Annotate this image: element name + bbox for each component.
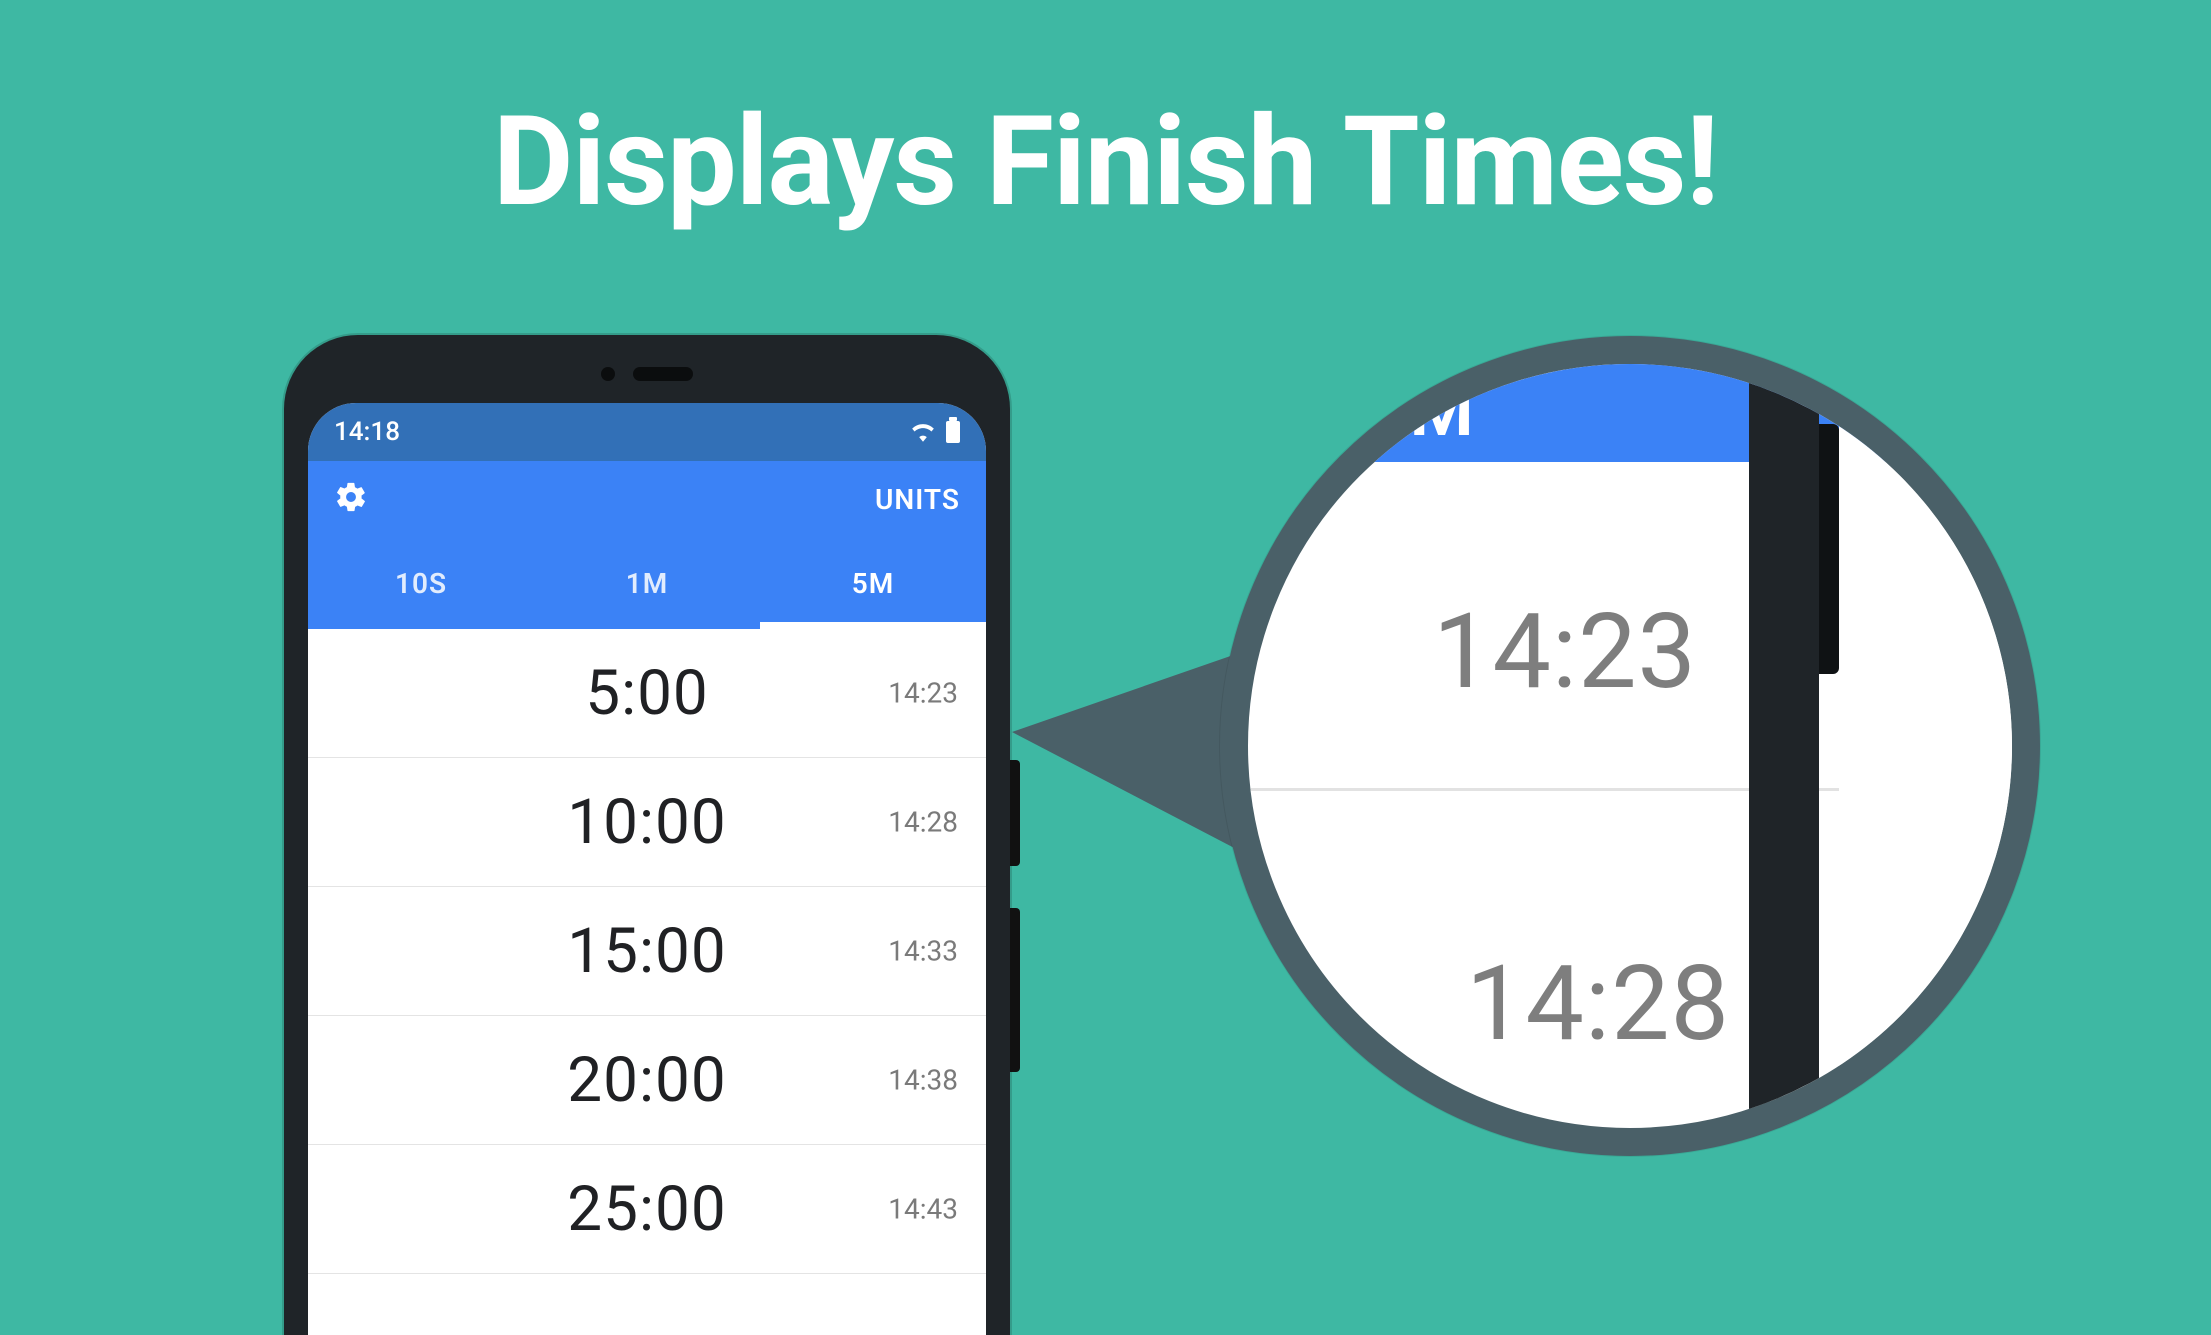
phone-screen: 14:18 UNITS 10S 1M 5M <box>308 403 986 1335</box>
duration-value: 25:00 <box>567 1173 726 1246</box>
tab-10s[interactable]: 10S <box>308 567 534 600</box>
front-camera-icon <box>601 367 615 381</box>
magnifier-callout: 5M 14:23 14:28 <box>1220 336 2040 1156</box>
app-bar: UNITS <box>308 461 986 537</box>
finish-time-value: 14:28 <box>888 806 958 839</box>
tab-1m[interactable]: 1M <box>534 567 760 600</box>
list-item[interactable]: 20:00 14:38 <box>308 1016 986 1145</box>
status-icons <box>910 421 960 443</box>
zoom-background-right <box>1839 336 2040 1156</box>
duration-list[interactable]: 5:00 14:23 10:00 14:28 15:00 14:33 20:00… <box>308 629 986 1274</box>
magnifier-content: 5M 14:23 14:28 <box>1220 336 2040 1156</box>
speaker-icon <box>633 367 693 381</box>
headline: Displays Finish Times! <box>0 90 2211 235</box>
list-item[interactable]: 15:00 14:33 <box>308 887 986 1016</box>
zoom-phone-bezel <box>1749 336 1819 1156</box>
duration-value: 20:00 <box>567 1044 726 1117</box>
phone-side-button <box>1010 908 1020 1072</box>
tab-indicator <box>760 622 986 629</box>
finish-time-value: 14:33 <box>888 935 958 968</box>
zoom-finish-time-2: 14:28 <box>1466 944 1730 1065</box>
tab-5m[interactable]: 5M <box>760 567 986 600</box>
units-button[interactable]: UNITS <box>875 483 960 516</box>
finish-time-value: 14:43 <box>888 1193 958 1226</box>
promo-stage: Displays Finish Times! 14:18 <box>0 0 2211 1242</box>
finish-time-value: 14:23 <box>888 677 958 710</box>
magnifier-lens: 5M 14:23 14:28 <box>1220 336 2040 1156</box>
duration-value: 15:00 <box>567 915 726 988</box>
wifi-icon <box>910 422 936 442</box>
phone-device-frame: 14:18 UNITS 10S 1M 5M <box>284 335 1010 1335</box>
zoom-phone-side-button <box>1819 424 1839 674</box>
finish-time-value: 14:38 <box>888 1064 958 1097</box>
zoom-tab-label: 5M <box>1366 367 1475 454</box>
duration-value: 5:00 <box>585 657 709 730</box>
zoom-finish-time-1: 14:23 <box>1433 592 1697 713</box>
list-item[interactable]: 5:00 14:23 <box>308 629 986 758</box>
list-item[interactable]: 10:00 14:28 <box>308 758 986 887</box>
tab-bar: 10S 1M 5M <box>308 537 986 629</box>
phone-notch <box>532 357 762 391</box>
gear-icon <box>334 480 368 514</box>
battery-icon <box>946 421 960 443</box>
list-item[interactable]: 25:00 14:43 <box>308 1145 986 1274</box>
status-time: 14:18 <box>334 417 400 447</box>
settings-button[interactable] <box>334 480 368 518</box>
duration-value: 10:00 <box>567 786 726 859</box>
status-bar: 14:18 <box>308 403 986 461</box>
